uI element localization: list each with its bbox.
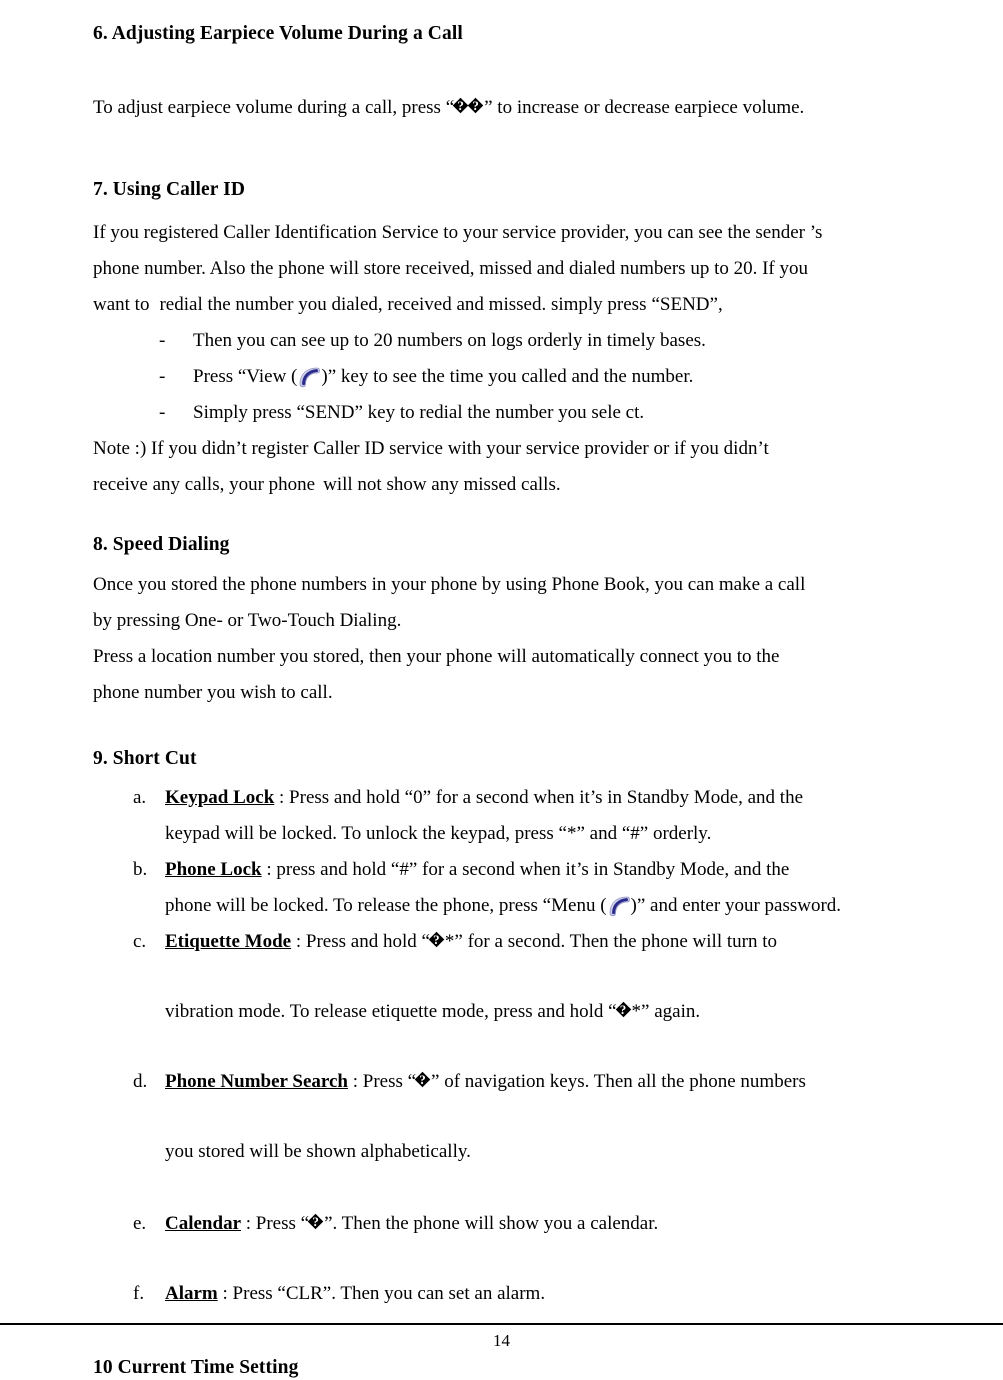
etiquette-line2-a: vibration mode. To release etiquette mod…	[165, 1000, 617, 1022]
list-item-phone-lock: b. Phone Lock : press and hold “#” for a…	[93, 852, 953, 924]
missing-glyph-icon	[416, 1071, 431, 1089]
s7-line-1: If you registered Caller Identification …	[93, 221, 823, 243]
list-marker: f.	[133, 1282, 145, 1304]
s7-line3-a: want to	[93, 293, 150, 315]
s7-note2-a: receive any calls, your phone	[93, 473, 316, 495]
s7-line-2: phone number. Also the phone will store …	[93, 257, 808, 279]
list-item-text-post: )” key to see the time you called and th…	[321, 365, 694, 387]
s6-text-b: ” to inc	[484, 97, 541, 119]
list-item-etiquette-mode: c. Etiquette Mode : Press and hold “ *” f…	[93, 924, 953, 1030]
list-item: - Simply press “SEND” key to redial the …	[93, 395, 953, 431]
gap-before-section-9	[93, 711, 953, 747]
gap-before-section-7	[93, 126, 953, 178]
list-item-text: Simply press “SEND” key to redial the nu…	[193, 401, 645, 423]
keypad-lock-text-a: : Press and hold “0” for a second when i…	[274, 786, 743, 808]
s6-text-a: To adjust earpiece volume during a call,…	[93, 97, 455, 119]
gap-after-heading-8	[93, 557, 953, 567]
list-marker: -	[159, 329, 166, 351]
list-item-keypad-lock: a. Keypad Lock : Press and hold “0” for …	[93, 780, 953, 852]
pns-text-b: ” of navigation keys. Then all the phone…	[431, 1070, 806, 1092]
heading-section-10: 10 Current Time Setting	[93, 1356, 299, 1378]
list-marker: c.	[133, 930, 147, 952]
alarm-text: : Press “CLR”. Then you can set an alarm…	[217, 1282, 546, 1304]
s7-note-line-2: receive any calls, your phone will not sh…	[93, 467, 953, 503]
term-phone-lock: Phone Lock	[165, 858, 262, 880]
term-keypad-lock: Keypad Lock	[165, 786, 275, 808]
footer-divider	[0, 1323, 1003, 1325]
phone-lock-line-2: phone will be locked. To release the pho…	[165, 888, 953, 924]
list-item-phone-number-search: d. Phone Number Search : Press “ ” of nav…	[93, 1064, 953, 1170]
etiquette-line-2: vibration mode. To release etiquette mod…	[165, 994, 953, 1030]
s8-line-2: by pressing One- or Two-Touch Dialing.	[93, 610, 402, 632]
missing-glyph-icon	[454, 97, 469, 115]
etiquette-text-b: *” for a second. Then the phone will tur…	[444, 930, 777, 952]
paragraph-section-6: To adjust earpiece volume during a call,…	[93, 90, 953, 126]
s8-line1-a: Once you stored the phone numbers in you…	[93, 574, 752, 596]
page-content: 6. Adjusting Earpiece Volume During a Ca…	[93, 0, 953, 1380]
calendar-text-a: : Press “	[241, 1212, 310, 1234]
heading-section-6: 6. Adjusting Earpiece Volume During a Ca…	[93, 23, 463, 44]
list-item-calendar: e. Calendar : Press “ ”. Then the phone w…	[93, 1206, 953, 1242]
heading-section-7: 7. Using Caller ID	[93, 179, 246, 201]
missing-glyph-icon	[309, 1213, 324, 1231]
term-calendar: Calendar	[165, 1212, 241, 1234]
phone-lock-text: : press and hold “#” for a second when i…	[261, 858, 790, 880]
s7-line3-c: “SEND”,	[651, 293, 723, 315]
etiquette-line2-b: *” again.	[631, 1000, 701, 1022]
list-item-text: Then you can see up to 20 numbers on log…	[193, 329, 706, 351]
s7-note2-b: will not show any missed calls.	[323, 473, 561, 495]
heading-section-9: 9. Short Cut	[93, 748, 197, 770]
term-alarm: Alarm	[165, 1282, 218, 1304]
missing-glyph-icon	[469, 97, 484, 115]
document-page: 6. Adjusting Earpiece Volume During a Ca…	[0, 0, 1003, 1378]
list-marker: -	[159, 401, 166, 423]
missing-glyph-icon	[430, 931, 445, 949]
list-item: - Then you can see up to 20 numbers on l…	[93, 323, 953, 359]
etiquette-text-a: : Press and hold “	[291, 930, 430, 952]
s6-text-c: rease or decrease earpiece volume.	[540, 97, 805, 119]
list-marker: d.	[133, 1070, 148, 1092]
s8-line1-b: e a call	[751, 574, 806, 596]
s8-line-1: Once you stored the phone numbers in you…	[93, 567, 953, 603]
list-marker: b.	[133, 858, 148, 880]
list-item-text-pre: Press “View (	[193, 365, 298, 387]
s7-note-line-1: Note :) If you didn’t register Caller ID…	[93, 437, 769, 459]
calendar-text-b: ”. Then the phone will show you a calend…	[324, 1212, 659, 1234]
phone-lock-line2-b: )” and enter your password.	[630, 894, 842, 916]
softkey-arc-icon	[606, 894, 632, 918]
top-spacer	[93, 0, 953, 22]
s8-line-4: phone number you wish to call.	[93, 682, 333, 704]
gap-after-heading-9	[93, 772, 953, 780]
pns-line-2: you stored will be shown alphabetically.	[165, 1140, 471, 1162]
gap-after-heading-7	[93, 203, 953, 215]
s7-dash-list: - Then you can see up to 20 numbers on l…	[93, 323, 953, 431]
s8-line-3: Press a location number you stored, then…	[93, 646, 780, 668]
keypad-lock-text-b: and the	[742, 786, 804, 808]
s7-line-3: want to redial the number you dialed, rec…	[93, 287, 953, 323]
page-number: 14	[493, 1331, 510, 1350]
gap-after-heading-6	[93, 46, 953, 90]
list-marker: e.	[133, 1212, 147, 1234]
keypad-lock-line-2: keypad will be locked. To unlock the key…	[165, 822, 712, 844]
term-etiquette-mode: Etiquette Mode	[165, 930, 292, 952]
heading-section-8: 8. Speed Dialing	[93, 533, 230, 555]
shortcut-list: a. Keypad Lock : Press and hold “0” for …	[93, 780, 953, 1312]
list-marker: a.	[133, 786, 147, 808]
s7-line3-b: redial the number you dialed, received a…	[159, 293, 647, 315]
list-item-alarm: f. Alarm : Press “CLR”. Then you can set…	[93, 1276, 953, 1312]
softkey-arc-icon	[296, 365, 322, 389]
gap-before-section-8	[93, 503, 953, 533]
missing-glyph-icon	[617, 1001, 632, 1019]
pns-text-a: : Press “	[347, 1070, 417, 1092]
phone-lock-line2-a: phone will be locked. To release the pho…	[165, 894, 607, 916]
list-item: - Press “View ( )” key to see the time yo…	[93, 359, 953, 395]
list-marker: -	[159, 365, 166, 387]
term-phone-number-search: Phone Number Search	[165, 1070, 348, 1092]
